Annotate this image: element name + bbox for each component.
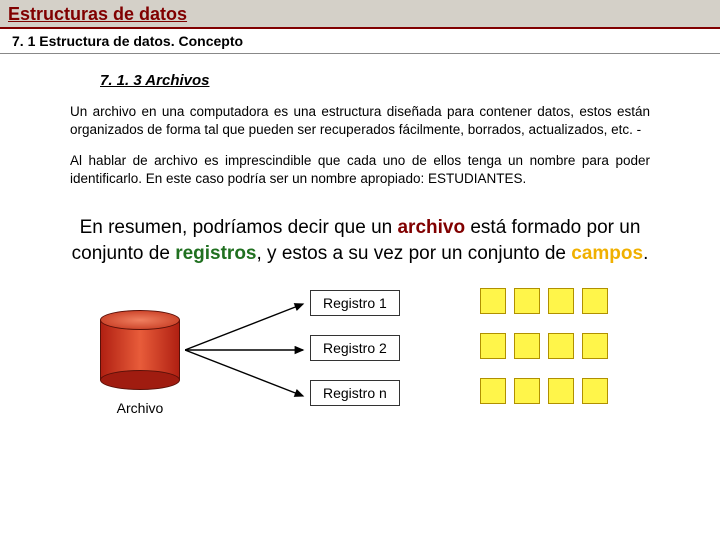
campo-box: [514, 378, 540, 404]
campo-box: [548, 333, 574, 359]
keyword-registros: registros: [175, 243, 256, 264]
title-bar: Estructuras de datos: [0, 0, 720, 29]
campo-box: [514, 288, 540, 314]
keyword-campos: campos: [571, 243, 643, 264]
campos-row-2: [480, 333, 608, 359]
registro-1-box: Registro 1: [310, 290, 400, 316]
keyword-archivo: archivo: [397, 217, 465, 238]
arrows-icon: [185, 300, 315, 410]
summary-paragraph: En resumen, podríamos decir que un archi…: [60, 215, 660, 266]
subtitle-bar: 7. 1 Estructura de datos. Concepto: [0, 29, 720, 54]
campo-box: [582, 288, 608, 314]
campo-box: [582, 333, 608, 359]
campo-box: [548, 288, 574, 314]
page-subtitle: 7. 1 Estructura de datos. Concepto: [12, 33, 708, 49]
registro-2-box: Registro 2: [310, 335, 400, 361]
paragraph-1: Un archivo en una computadora es una est…: [70, 103, 650, 138]
campo-box: [480, 333, 506, 359]
summary-text: En resumen, podríamos decir que un: [80, 217, 398, 238]
campos-row-1: [480, 288, 608, 314]
campo-box: [582, 378, 608, 404]
cylinder-icon: [100, 310, 180, 390]
summary-text: , y estos a su vez por un conjunto de: [257, 243, 572, 264]
diagram: Archivo Registro 1 Registro 2 Registro n: [70, 290, 720, 440]
page-title: Estructuras de datos: [8, 4, 712, 25]
paragraph-2: Al hablar de archivo es imprescindible q…: [70, 152, 650, 187]
campos-row-n: [480, 378, 608, 404]
campo-box: [548, 378, 574, 404]
summary-text: .: [643, 243, 648, 264]
campo-box: [514, 333, 540, 359]
section-heading: 7. 1. 3 Archivos: [100, 72, 720, 89]
campo-box: [480, 288, 506, 314]
campo-box: [480, 378, 506, 404]
archivo-label: Archivo: [90, 400, 190, 416]
registro-n-box: Registro n: [310, 380, 400, 406]
